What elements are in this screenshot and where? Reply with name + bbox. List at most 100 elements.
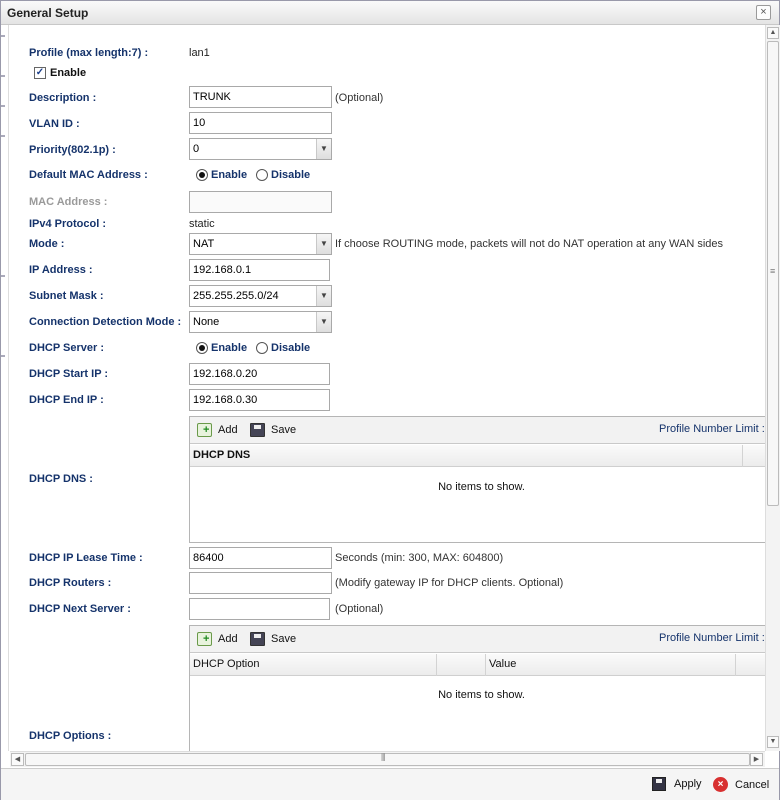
dhcp-dns-label: DHCP DNS : [29,473,93,485]
apply-label: Apply [674,778,702,790]
profile-value: lan1 [189,47,210,59]
radio-selected-icon [196,169,208,181]
subnet-mask-select[interactable]: 255.255.255.0/24 ▼ [189,285,332,307]
scroll-left-icon[interactable]: ◀ [11,753,24,766]
dhcp-options-add-button[interactable]: Add [197,632,238,646]
dhcp-options-grid-header: DHCP Option Value [190,654,765,676]
chevron-down-icon[interactable]: ▼ [316,286,331,306]
save-icon [250,423,265,437]
dhcp-options-save-button[interactable]: Save [250,632,296,646]
default-mac-disable-radio[interactable]: Disable [256,169,310,181]
dhcp-option-column-header[interactable]: DHCP Option [190,654,437,676]
vlan-id-label: VLAN ID : [29,118,80,130]
value-column-header[interactable]: Value [486,654,736,676]
chevron-down-icon[interactable]: ▼ [316,312,331,332]
subnet-mask-label: Subnet Mask : [29,290,104,302]
connection-detection-select[interactable]: None ▼ [189,311,332,333]
dhcp-routers-label: DHCP Routers : [29,577,112,589]
radio-unselected-icon [256,342,268,354]
dhcp-start-ip-input[interactable] [189,363,330,385]
dhcp-options-save-label: Save [271,633,297,645]
add-icon [197,423,212,437]
close-icon[interactable]: × [756,5,771,20]
dhcp-server-disable-label: Disable [271,342,311,354]
scroll-up-icon[interactable]: ▲ [767,27,779,39]
dhcp-options-add-label: Add [218,633,238,645]
dhcp-options-grid: Add Save Profile Number Limit : 10 DHCP … [189,625,765,751]
subnet-mask-value: 255.255.255.0/24 [193,290,279,302]
vlan-id-input[interactable] [189,112,332,134]
mode-hint: If choose ROUTING mode, packets will not… [335,238,724,250]
dhcp-dns-save-button[interactable]: Save [250,423,296,437]
cancel-button[interactable]: × Cancel [713,777,769,792]
form-content: Profile (max length:7) : lan1 ✓ Enable D… [10,25,765,751]
dialog-footer: Apply × Cancel [1,768,779,800]
dhcp-server-disable-radio[interactable]: Disable [256,342,310,354]
dhcp-dns-grid-header: DHCP DNS [190,445,765,467]
chevron-down-icon[interactable]: ▼ [316,234,331,254]
enable-checkbox[interactable]: ✓ [34,67,46,79]
apply-button[interactable]: Apply [652,777,702,791]
mode-select[interactable]: NAT ▼ [189,233,332,255]
default-mac-enable-label: Enable [211,169,248,181]
mac-address-label: MAC Address : [29,196,108,208]
description-input[interactable] [189,86,332,108]
mode-label: Mode : [29,238,65,250]
dhcp-next-server-input[interactable] [189,598,330,620]
left-edge-strip [1,25,9,751]
dialog-title: General Setup [7,6,89,20]
vertical-scroll-thumb[interactable] [767,41,779,506]
chevron-down-icon[interactable]: ▼ [316,139,331,159]
dhcp-dns-add-button[interactable]: Add [197,423,238,437]
connection-detection-label: Connection Detection Mode : [29,316,182,328]
profile-label: Profile (max length:7) : [29,47,149,59]
dialog-titlebar: General Setup × [1,1,779,25]
ip-address-input[interactable] [189,259,330,281]
dhcp-routers-hint: (Modify gateway IP for DHCP clients. Opt… [335,577,564,589]
dhcp-dns-empty-message: No items to show. [438,481,525,493]
radio-unselected-icon [256,169,268,181]
add-icon [197,632,212,646]
dhcp-end-ip-input[interactable] [189,389,330,411]
priority-select[interactable]: 0 ▼ [189,138,332,160]
dhcp-start-ip-label: DHCP Start IP : [29,368,109,380]
dhcp-dns-toolbar: Add Save Profile Number Limit : 6 [190,417,765,444]
connection-detection-value: None [193,316,220,328]
dhcp-options-toolbar: Add Save Profile Number Limit : 10 [190,626,765,653]
dhcp-dns-grid: Add Save Profile Number Limit : 6 DHCP D… [189,416,765,543]
radio-selected-icon [196,342,208,354]
lease-time-label: DHCP IP Lease Time : [29,552,143,564]
dhcp-server-enable-label: Enable [211,342,248,354]
dhcp-dns-profile-limit: Profile Number Limit : 6 [659,423,765,435]
mac-address-input[interactable] [189,191,332,213]
ipv4-protocol-value: static [189,218,215,230]
save-icon [652,777,666,791]
general-setup-dialog: General Setup × Profile (max length:7) :… [0,0,780,800]
lease-time-hint: Seconds (min: 300, MAX: 604800) [335,552,504,564]
default-mac-disable-label: Disable [271,169,311,181]
description-label: Description : [29,92,97,104]
horizontal-scrollbar[interactable]: ◀ ▶ [10,751,765,767]
dhcp-server-label: DHCP Server : [29,342,104,354]
description-hint: (Optional) [335,92,384,104]
vertical-scrollbar[interactable]: ▲ ▼ [765,25,780,751]
ipv4-protocol-label: IPv4 Protocol : [29,218,107,230]
scroll-right-icon[interactable]: ▶ [750,753,763,766]
scroll-down-icon[interactable]: ▼ [767,736,779,748]
default-mac-label: Default MAC Address : [29,169,148,181]
dhcp-server-enable-radio[interactable]: Enable [196,342,247,354]
dhcp-next-server-label: DHCP Next Server : [29,603,131,615]
horizontal-scroll-thumb[interactable] [25,753,750,766]
cancel-icon: × [713,777,728,792]
enable-label: Enable [50,67,87,79]
mode-value: NAT [193,238,215,250]
ip-address-label: IP Address : [29,264,93,276]
dhcp-options-label: DHCP Options : [29,730,112,742]
default-mac-enable-radio[interactable]: Enable [196,169,247,181]
lease-time-input[interactable] [189,547,332,569]
dhcp-options-empty-message: No items to show. [438,689,525,701]
dhcp-dns-column-header[interactable]: DHCP DNS [190,445,743,467]
dhcp-next-server-hint: (Optional) [335,603,384,615]
dhcp-routers-input[interactable] [189,572,332,594]
save-icon [250,632,265,646]
